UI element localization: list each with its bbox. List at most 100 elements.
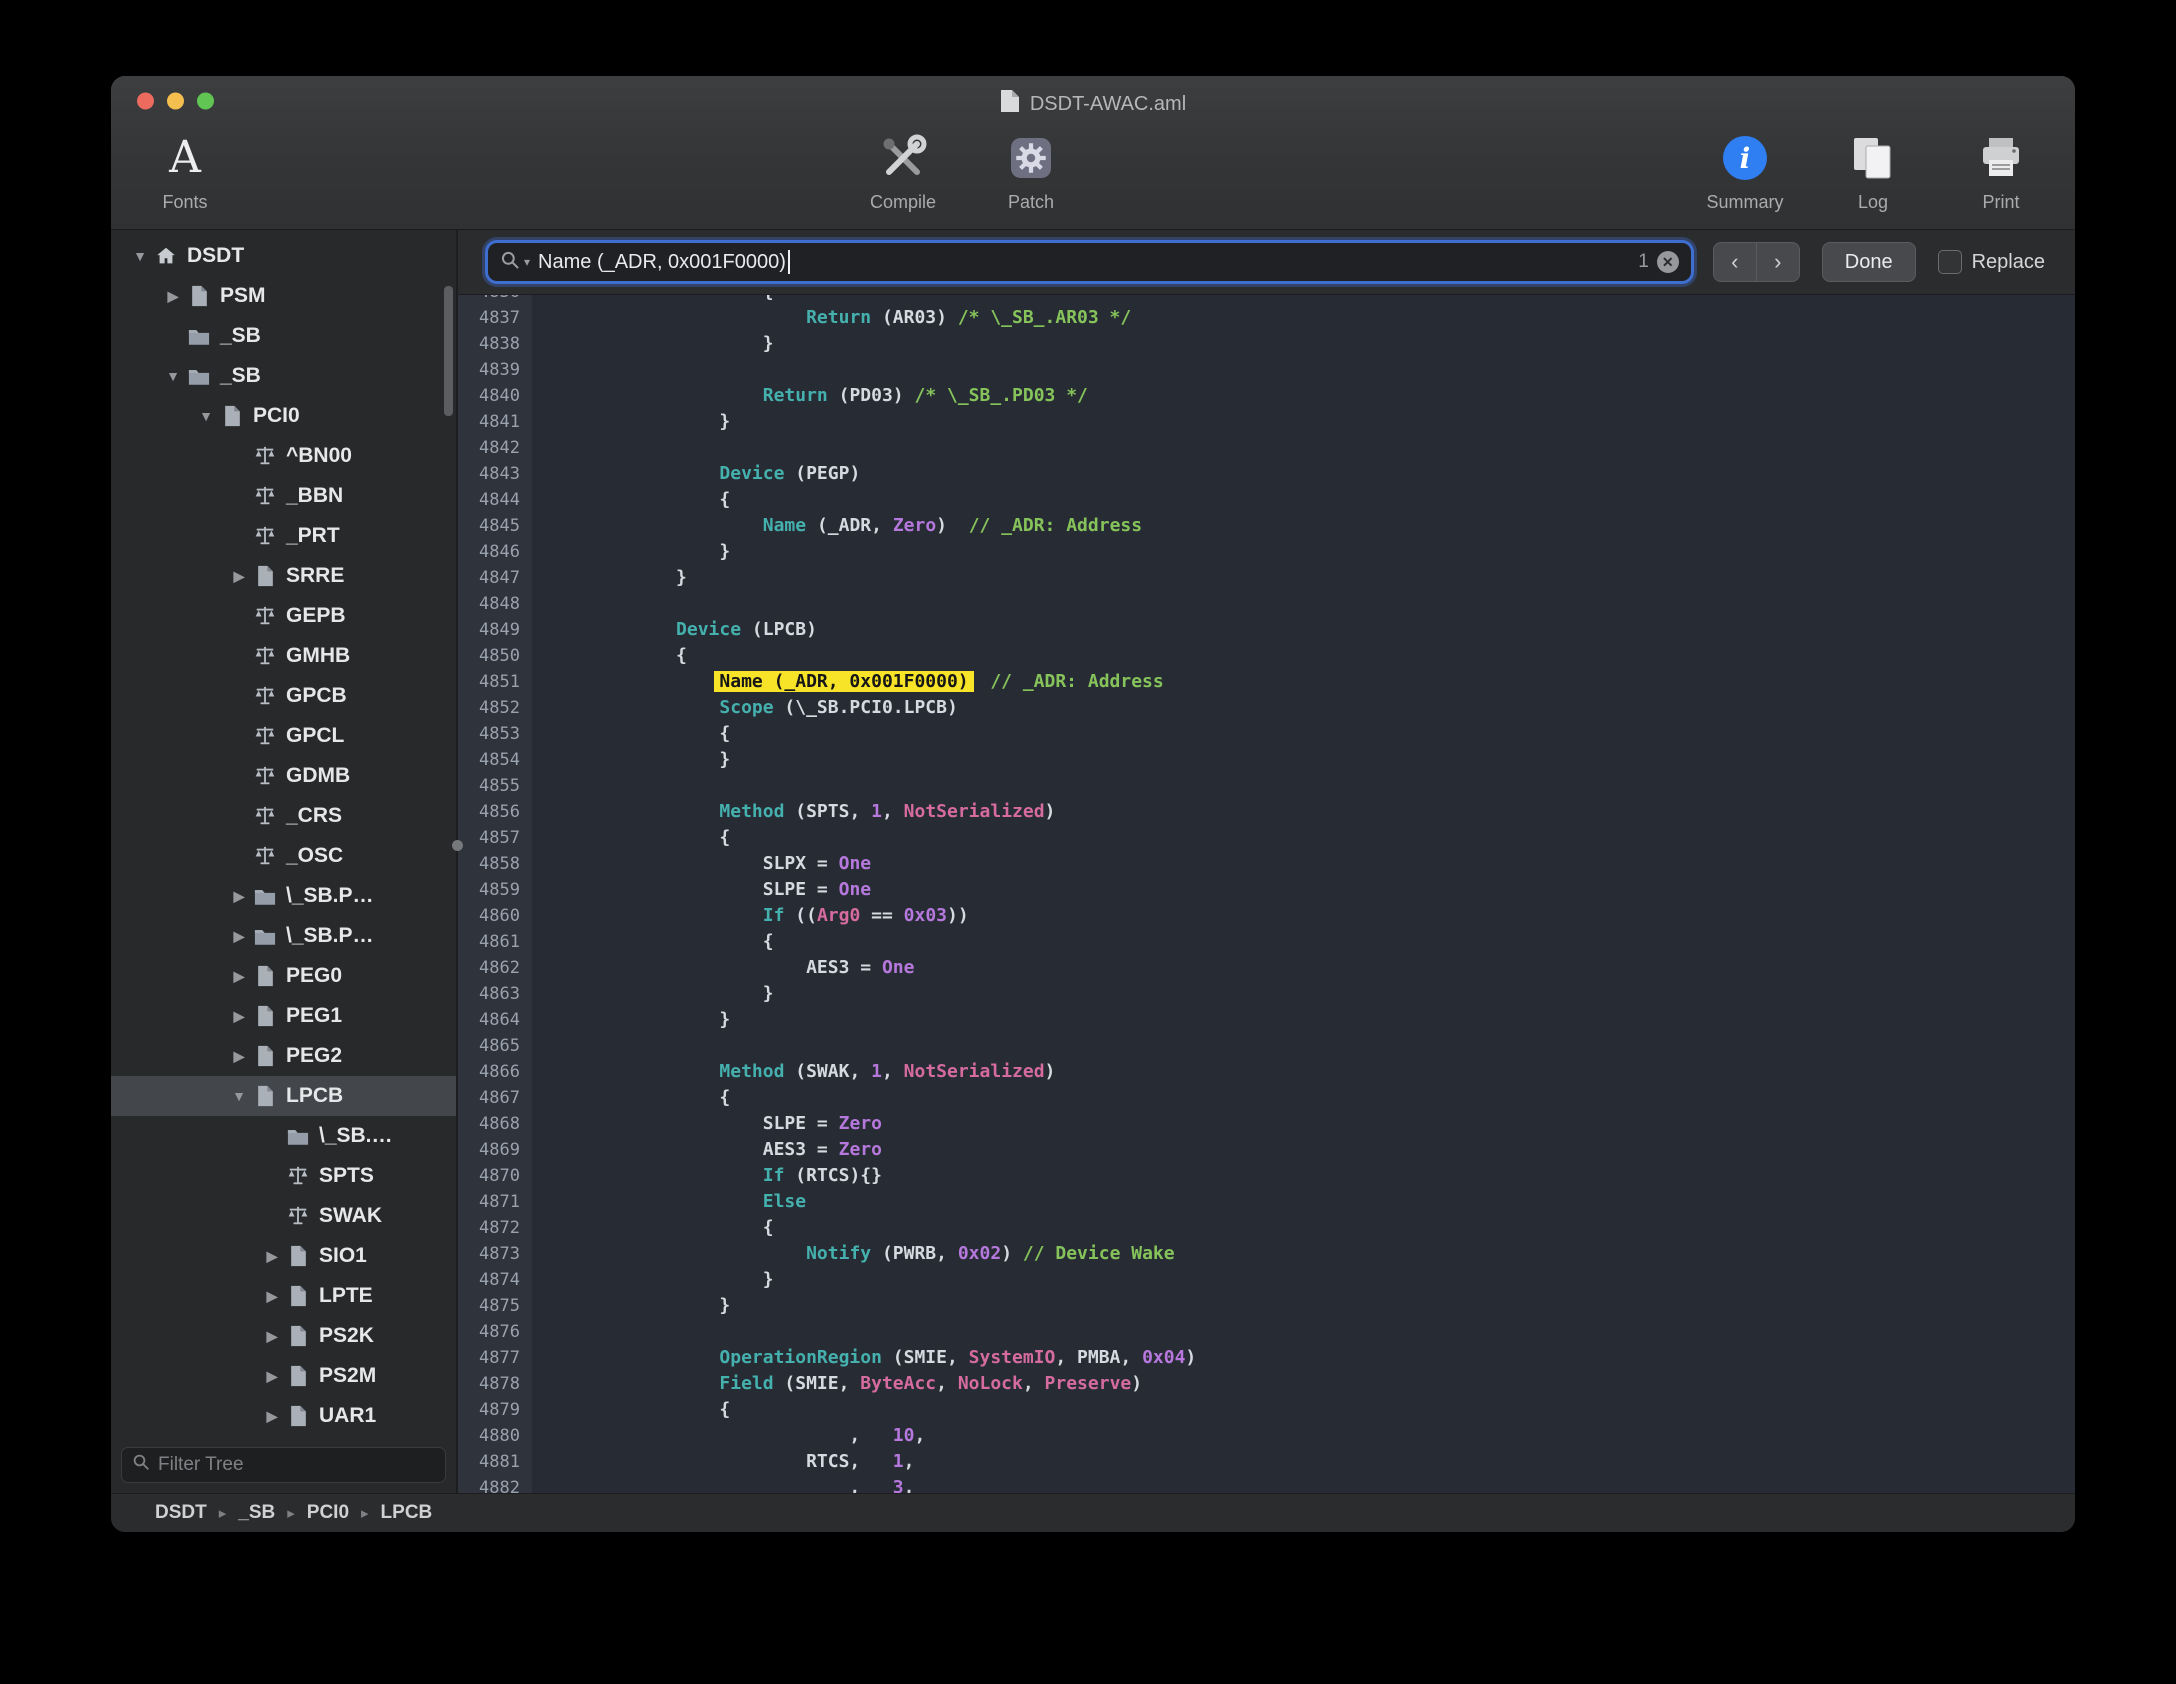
disclosure-closed-icon[interactable]: ▶ (226, 968, 252, 985)
code-line[interactable]: 4858 SLPX = One (458, 851, 2075, 877)
code-line[interactable]: 4846 } (458, 539, 2075, 565)
code-line[interactable]: 4841 } (458, 409, 2075, 435)
code-line[interactable]: 4871 Else (458, 1189, 2075, 1215)
code-line[interactable]: 4851 Name (_ADR, 0x001F0000) // _ADR: Ad… (458, 669, 2075, 695)
code-line[interactable]: 4845 Name (_ADR, Zero) // _ADR: Address (458, 513, 2075, 539)
tree-item-gpcl[interactable]: GPCL (111, 716, 456, 756)
tree-item-sio1[interactable]: ▶SIO1 (111, 1236, 456, 1276)
breadcrumb-item-lpcb[interactable]: LPCB (381, 1502, 433, 1524)
disclosure-closed-icon[interactable]: ▶ (259, 1248, 285, 1265)
code-line[interactable]: 4854 } (458, 747, 2075, 773)
zoom-button[interactable] (197, 93, 214, 110)
code-line[interactable]: 4870 If (RTCS){} (458, 1163, 2075, 1189)
code-line[interactable]: 4880 , 10, (458, 1423, 2075, 1449)
code-line[interactable]: 4856 Method (SPTS, 1, NotSerialized) (458, 799, 2075, 825)
tree-item-ps2m[interactable]: ▶PS2M (111, 1356, 456, 1396)
tree-item-bn00[interactable]: ^BN00 (111, 436, 456, 476)
find-next-button[interactable]: › (1756, 242, 1800, 282)
summary-button[interactable]: iSummary (1701, 128, 1789, 213)
tree-item-swak[interactable]: SWAK (111, 1196, 456, 1236)
chevron-down-icon[interactable]: ▾ (524, 255, 530, 269)
splitter-handle[interactable] (452, 840, 463, 851)
tree-item-ps2k[interactable]: ▶PS2K (111, 1316, 456, 1356)
code-line[interactable]: 4842 (458, 435, 2075, 461)
tree-item-gepb[interactable]: GEPB (111, 596, 456, 636)
search-icon[interactable] (500, 250, 520, 275)
code-line[interactable]: 4844 { (458, 487, 2075, 513)
replace-checkbox[interactable] (1938, 250, 1962, 274)
code-line[interactable]: 4861 { (458, 929, 2075, 955)
code-line[interactable]: 4877 OperationRegion (SMIE, SystemIO, PM… (458, 1345, 2075, 1371)
tree-item-_prt[interactable]: _PRT (111, 516, 456, 556)
tree-item-gpcb[interactable]: GPCB (111, 676, 456, 716)
code-line[interactable]: 4852 Scope (\_SB.PCI0.LPCB) (458, 695, 2075, 721)
disclosure-open-icon[interactable]: ▼ (193, 408, 219, 424)
code-line[interactable]: 4847 } (458, 565, 2075, 591)
patch-button[interactable]: Patch (987, 128, 1075, 213)
tree-item-gdmb[interactable]: GDMB (111, 756, 456, 796)
compile-button[interactable]: Compile (859, 128, 947, 213)
code-line[interactable]: 4843 Device (PEGP) (458, 461, 2075, 487)
filter-tree-input[interactable]: Filter Tree (121, 1447, 446, 1483)
tree-item-dsdt[interactable]: ▼DSDT (111, 236, 456, 276)
tree-item-pci0[interactable]: ▼PCI0 (111, 396, 456, 436)
disclosure-open-icon[interactable]: ▼ (127, 248, 153, 264)
disclosure-closed-icon[interactable]: ▶ (259, 1328, 285, 1345)
fonts-button[interactable]: AFonts (141, 128, 229, 213)
code-line[interactable]: 4873 Notify (PWRB, 0x02) // Device Wake (458, 1241, 2075, 1267)
tree-item-lpte[interactable]: ▶LPTE (111, 1276, 456, 1316)
disclosure-open-icon[interactable]: ▼ (160, 368, 186, 384)
tree-item-uar1[interactable]: ▶UAR1 (111, 1396, 456, 1436)
code-line[interactable]: 4839 (458, 357, 2075, 383)
clear-search-button[interactable]: ✕ (1657, 251, 1679, 273)
find-input[interactable]: ▾ Name (_ADR, 0x001F0000) 1 ✕ (488, 243, 1691, 281)
disclosure-closed-icon[interactable]: ▶ (226, 1008, 252, 1025)
code-line[interactable]: 4860 If ((Arg0 == 0x03)) (458, 903, 2075, 929)
code-line[interactable]: 4849 Device (LPCB) (458, 617, 2075, 643)
code-line[interactable]: 4881 RTCS, 1, (458, 1449, 2075, 1475)
tree-item-psm[interactable]: ▶PSM (111, 276, 456, 316)
code-line[interactable]: 4875 } (458, 1293, 2075, 1319)
disclosure-closed-icon[interactable]: ▶ (259, 1408, 285, 1425)
tree-item-_sb[interactable]: _SB (111, 316, 456, 356)
code-line[interactable]: 4867 { (458, 1085, 2075, 1111)
document-proxy-icon[interactable] (1000, 89, 1020, 119)
disclosure-closed-icon[interactable]: ▶ (259, 1288, 285, 1305)
tree-item-_sb[interactable]: ▼_SB (111, 356, 456, 396)
tree-item-_sbp[interactable]: ▶\_SB.P… (111, 916, 456, 956)
code-line[interactable]: 4859 SLPE = One (458, 877, 2075, 903)
code-line[interactable]: 4866 Method (SWAK, 1, NotSerialized) (458, 1059, 2075, 1085)
code-line[interactable]: 4836 { (458, 295, 2075, 305)
code-line[interactable]: 4848 (458, 591, 2075, 617)
print-button[interactable]: Print (1957, 128, 2045, 213)
code-line[interactable]: 4879 { (458, 1397, 2075, 1423)
tree-item-humd[interactable]: ▶HUMD (111, 1436, 456, 1441)
code-line[interactable]: 4855 (458, 773, 2075, 799)
close-button[interactable] (137, 93, 154, 110)
code-line[interactable]: 4876 (458, 1319, 2075, 1345)
code-line[interactable]: 4863 } (458, 981, 2075, 1007)
code-line[interactable]: 4853 { (458, 721, 2075, 747)
tree-item-srre[interactable]: ▶SRRE (111, 556, 456, 596)
tree-item-_sbp[interactable]: ▶\_SB.P… (111, 876, 456, 916)
disclosure-closed-icon[interactable]: ▶ (160, 288, 186, 305)
disclosure-closed-icon[interactable]: ▶ (226, 928, 252, 945)
code-line[interactable]: 4874 } (458, 1267, 2075, 1293)
code-line[interactable]: 4840 Return (PD03) /* \_SB_.PD03 */ (458, 383, 2075, 409)
tree-item-spts[interactable]: SPTS (111, 1156, 456, 1196)
code-line[interactable]: 4869 AES3 = Zero (458, 1137, 2075, 1163)
code-line[interactable]: 4862 AES3 = One (458, 955, 2075, 981)
code-editor[interactable]: 4836 {4837 Return (AR03) /* \_SB_.AR03 *… (458, 295, 2075, 1493)
code-line[interactable]: 4838 } (458, 331, 2075, 357)
tree-item-_sb[interactable]: \_SB.… (111, 1116, 456, 1156)
find-previous-button[interactable]: ‹ (1713, 242, 1757, 282)
log-button[interactable]: Log (1829, 128, 1917, 213)
code-line[interactable]: 4837 Return (AR03) /* \_SB_.AR03 */ (458, 305, 2075, 331)
tree-item-_crs[interactable]: _CRS (111, 796, 456, 836)
code-line[interactable]: 4865 (458, 1033, 2075, 1059)
done-button[interactable]: Done (1822, 242, 1916, 282)
tree-item-peg2[interactable]: ▶PEG2 (111, 1036, 456, 1076)
minimize-button[interactable] (167, 93, 184, 110)
disclosure-closed-icon[interactable]: ▶ (226, 888, 252, 905)
tree-item-gmhb[interactable]: GMHB (111, 636, 456, 676)
